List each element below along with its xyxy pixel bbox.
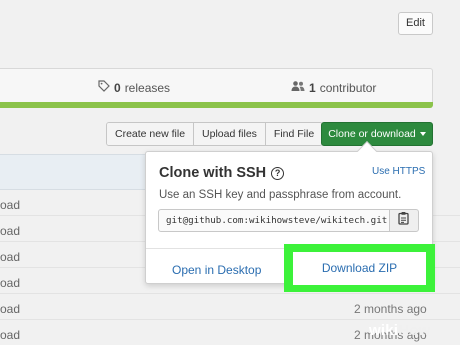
upload-files-button[interactable]: Upload files — [194, 123, 266, 145]
releases-label: releases — [124, 80, 171, 95]
releases-link[interactable]: 0 releases — [98, 80, 170, 95]
contributors-link[interactable]: 1 contributor — [291, 80, 376, 95]
watermark-part1: wiki — [369, 322, 399, 339]
use-https-link[interactable]: Use HTTPS — [372, 166, 425, 177]
create-new-file-button[interactable]: Create new file — [107, 123, 195, 145]
file-row-text[interactable]: oad — [0, 302, 20, 316]
clone-or-download-label: Clone or download — [328, 128, 416, 140]
file-row-text[interactable]: oad — [0, 328, 20, 342]
contributors-count: 1 — [309, 80, 316, 95]
download-zip-button[interactable]: Download ZIP — [293, 252, 426, 285]
file-row-text[interactable]: oad — [0, 250, 20, 264]
watermark: wikiHow — [369, 322, 430, 339]
clone-title-text: Clone with SSH — [159, 165, 267, 181]
clone-description: Use an SSH key and passphrase from accou… — [159, 189, 402, 201]
file-actions-group: Create new file Upload files Find File — [106, 122, 324, 146]
caret-down-icon — [419, 132, 426, 137]
file-row-text[interactable]: oad — [0, 276, 20, 290]
watermark-part2: How — [398, 322, 431, 339]
clone-url-field[interactable]: git@github.com:wikihowsteve/wikitech.git — [158, 209, 390, 232]
people-icon — [291, 80, 305, 95]
contributors-label: contributor — [319, 80, 377, 95]
popup-title: Clone with SSH ? — [159, 165, 285, 181]
file-row-text[interactable]: oad — [0, 198, 20, 212]
clipboard-icon — [398, 211, 410, 230]
find-file-button[interactable]: Find File — [265, 123, 323, 145]
question-circle-icon[interactable]: ? — [271, 166, 285, 180]
releases-count: 0 — [114, 80, 121, 95]
open-in-desktop-button[interactable]: Open in Desktop — [172, 263, 261, 277]
file-row-text[interactable]: oad — [0, 224, 20, 238]
file-row-age: 2 months ago — [354, 302, 427, 316]
copy-to-clipboard-button[interactable] — [389, 209, 419, 232]
edit-button[interactable]: Edit — [398, 12, 433, 35]
language-bar — [0, 102, 433, 108]
clone-or-download-button[interactable]: Clone or download — [321, 122, 433, 146]
file-list-header — [0, 154, 145, 190]
tag-icon — [98, 80, 110, 95]
